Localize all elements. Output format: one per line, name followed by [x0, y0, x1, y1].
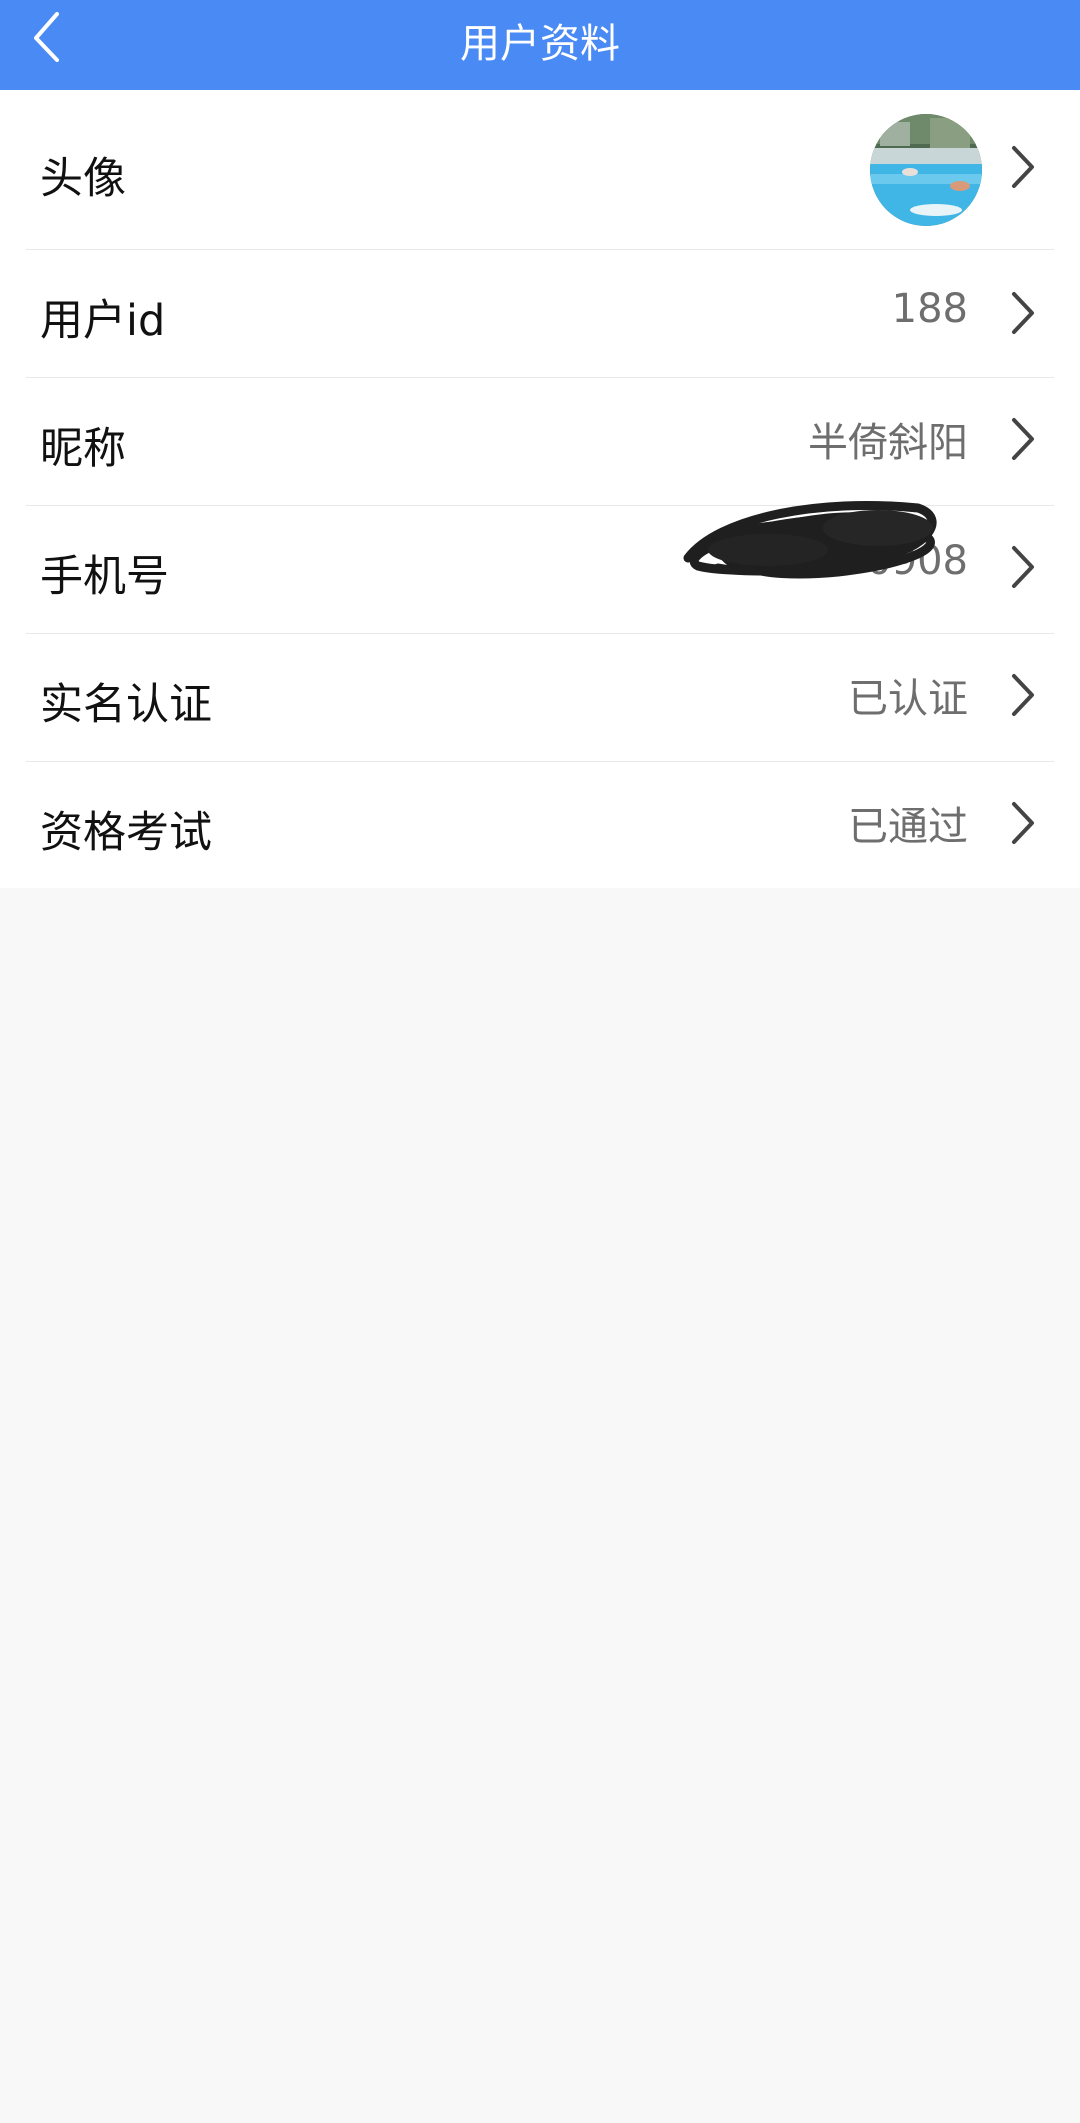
avatar-label: 头像 [40, 154, 126, 204]
profile-list: 头像 用户id 188 昵称 半倚斜阳 手机号 0908 实名认证 已认证 资格… [0, 90, 1080, 888]
phone-row[interactable]: 手机号 0908 [26, 500, 1054, 634]
user-id-label: 用户id [40, 296, 166, 346]
realname-label: 实名认证 [40, 680, 212, 730]
nickname-value: 半倚斜阳 [808, 420, 968, 466]
page-title: 用户资料 [460, 21, 620, 67]
nickname-row[interactable]: 昵称 半倚斜阳 [26, 378, 1054, 506]
realname-value: 已认证 [848, 676, 968, 722]
app-header: 用户资料 [0, 0, 1080, 90]
avatar[interactable] [870, 114, 982, 226]
phone-label: 手机号 [40, 552, 169, 602]
chevron-right-icon [1012, 146, 1034, 188]
chevron-right-icon [1012, 292, 1034, 334]
exam-value: 已通过 [848, 804, 968, 850]
phone-value: 0908 [866, 538, 968, 584]
avatar-row[interactable]: 头像 [26, 90, 1054, 250]
qualification-exam-row[interactable]: 资格考试 已通过 [26, 762, 1054, 888]
user-id-value: 188 [891, 286, 968, 332]
chevron-right-icon [1012, 802, 1034, 844]
chevron-right-icon [1012, 674, 1034, 716]
nickname-label: 昵称 [40, 424, 126, 474]
chevron-right-icon [1012, 546, 1034, 588]
chevron-right-icon [1012, 418, 1034, 460]
user-id-row[interactable]: 用户id 188 [26, 250, 1054, 378]
exam-label: 资格考试 [40, 808, 212, 858]
realname-verification-row[interactable]: 实名认证 已认证 [26, 634, 1054, 762]
